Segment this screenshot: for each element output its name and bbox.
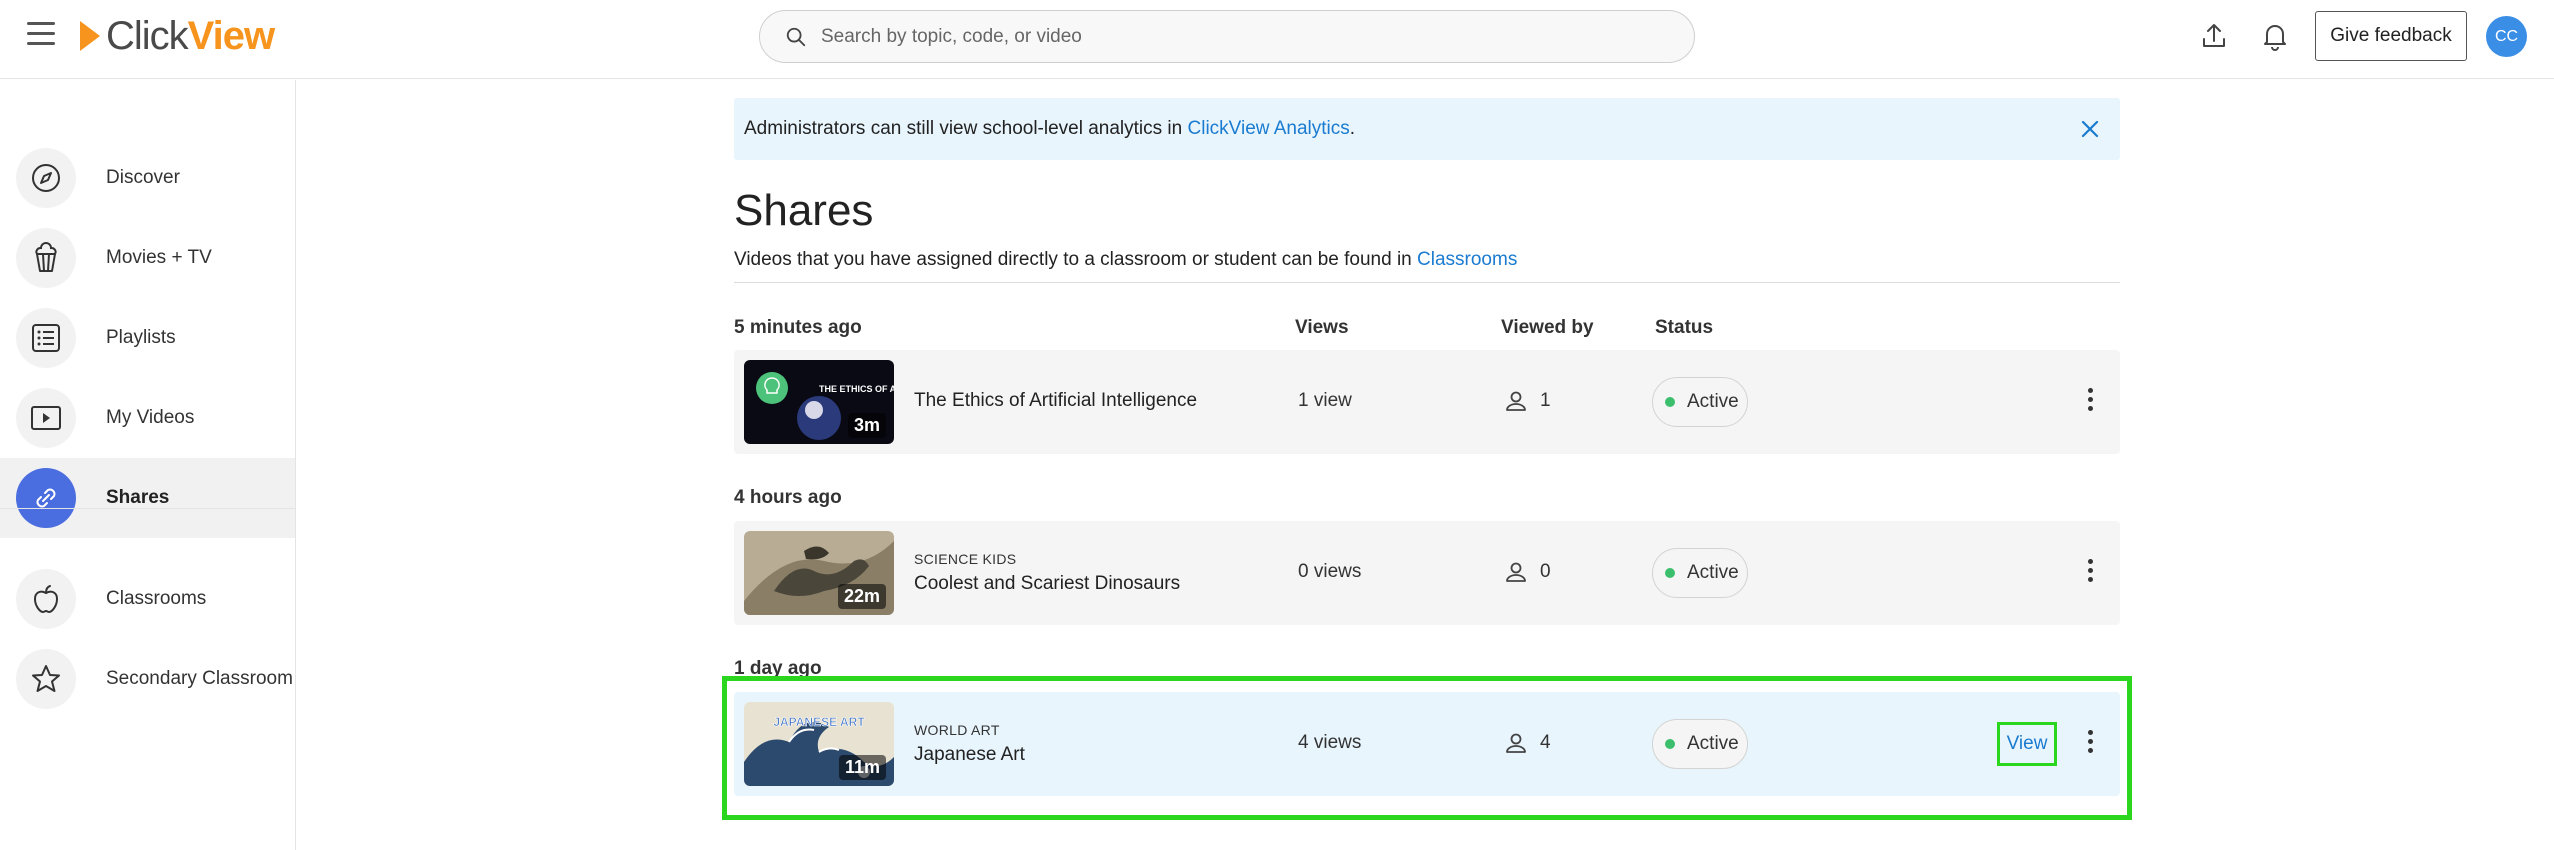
group-label: 1 day ago [734, 658, 822, 679]
sidebar-item-label: Classrooms [106, 588, 207, 609]
sidebar-item-secondary-classroom[interactable]: Secondary Classroom [0, 639, 295, 719]
sidebar-item-my-videos[interactable]: My Videos [0, 378, 295, 458]
video-thumbnail[interactable]: JAPANESE ART 11m [744, 702, 894, 786]
group-label: 4 hours ago [734, 487, 842, 508]
sidebar-item-label: Movies + TV [106, 247, 212, 268]
views-count: 4 views [1298, 732, 1362, 753]
video-title[interactable]: The Ethics of Artificial Intelligence [914, 390, 1197, 412]
menu-icon[interactable] [27, 22, 55, 46]
link-icon [36, 488, 56, 508]
status-badge: Active [1652, 719, 1748, 769]
page-subtitle-text: Videos that you have assigned directly t… [734, 249, 1418, 270]
status-label: Active [1687, 391, 1739, 412]
status-label: Active [1687, 562, 1739, 583]
video-title[interactable]: Japanese Art [914, 744, 1025, 766]
classrooms-link[interactable]: Classrooms [1417, 249, 1517, 270]
divider [734, 282, 2120, 283]
column-header-status: Status [1655, 317, 1714, 338]
clickview-logo[interactable]: ClickView [80, 13, 275, 58]
sidebar-item-playlists[interactable]: Playlists [0, 298, 295, 378]
sidebar-item-classrooms[interactable]: Classrooms [0, 559, 295, 639]
avatar[interactable]: CC [2486, 16, 2527, 57]
video-category: WORLD ART [914, 722, 1000, 738]
sidebar-divider [0, 508, 295, 509]
page-subtitle: Videos that you have assigned directly t… [734, 249, 1517, 271]
person-icon [1506, 733, 1526, 753]
clickview-analytics-link[interactable]: ClickView Analytics [1188, 118, 1350, 139]
video-title[interactable]: Coolest and Scariest Dinosaurs [914, 573, 1180, 595]
status-dot-icon [1665, 397, 1675, 407]
logo-text-suffix: View [187, 13, 275, 58]
search-bar[interactable] [759, 10, 1695, 63]
viewed-by-count: 1 [1540, 390, 1551, 411]
group-label: 5 minutes ago [734, 317, 862, 338]
more-options-icon[interactable] [2086, 730, 2094, 758]
bell-icon[interactable] [2259, 20, 2291, 52]
sidebar-item-label: Playlists [106, 327, 176, 348]
share-row[interactable]: THE ETHICS OF AI 3m The Ethics of Artifi… [734, 350, 2120, 454]
viewed-by-count: 4 [1540, 732, 1551, 753]
star-icon [32, 665, 60, 692]
views-count: 1 view [1298, 390, 1352, 411]
thumb-text: THE ETHICS OF AI [819, 384, 894, 394]
sidebar-item-label: Discover [106, 167, 180, 188]
sidebar: Discover Movies + TV Playlists My Videos… [0, 80, 296, 850]
status-dot-icon [1665, 739, 1675, 749]
compass-icon [32, 164, 60, 192]
view-button[interactable]: View [1997, 722, 2057, 766]
upload-icon[interactable] [2198, 20, 2230, 52]
more-options-icon[interactable] [2086, 388, 2094, 416]
sidebar-item-label: Secondary Classroom [106, 668, 293, 689]
status-badge: Active [1652, 548, 1748, 598]
duration-badge: 22m [837, 584, 886, 609]
video-category: SCIENCE KIDS [914, 551, 1017, 567]
sidebar-item-discover[interactable]: Discover [0, 138, 295, 218]
share-row[interactable]: JAPANESE ART 11m WORLD ART Japanese Art … [734, 692, 2120, 796]
person-icon [1506, 391, 1526, 411]
video-thumbnail[interactable]: 22m [744, 531, 894, 615]
logo-play-icon [80, 21, 100, 51]
column-header-views: Views [1295, 317, 1349, 338]
duration-badge: 11m [838, 755, 886, 780]
more-options-icon[interactable] [2086, 559, 2094, 587]
analytics-banner: Administrators can still view school-lev… [734, 98, 2120, 160]
person-icon [1506, 562, 1526, 582]
sidebar-item-label: My Videos [106, 407, 195, 428]
thumb-text: JAPANESE ART [773, 715, 865, 729]
share-row[interactable]: 22m SCIENCE KIDS Coolest and Scariest Di… [734, 521, 2120, 625]
banner-text: Administrators can still view school-lev… [744, 118, 1188, 139]
search-icon [786, 27, 806, 46]
status-badge: Active [1652, 377, 1748, 427]
top-header: ClickView Give feedback CC [0, 0, 2554, 79]
apple-icon [33, 585, 59, 614]
views-count: 0 views [1298, 561, 1362, 582]
viewed-by-count: 0 [1540, 561, 1551, 582]
popcorn-icon [35, 242, 57, 272]
video-icon [31, 406, 61, 430]
duration-badge: 3m [847, 413, 886, 438]
banner-suffix: . [1349, 118, 1356, 139]
sidebar-item-shares[interactable]: Shares [0, 458, 295, 538]
sidebar-item-label: Shares [106, 487, 170, 508]
status-label: Active [1687, 733, 1739, 754]
logo-text-prefix: Click [106, 13, 189, 58]
status-dot-icon [1665, 568, 1675, 578]
give-feedback-button[interactable]: Give feedback [2315, 11, 2467, 61]
close-icon[interactable] [2078, 117, 2102, 141]
playlist-icon [32, 324, 60, 352]
search-input[interactable] [821, 25, 1641, 48]
sidebar-item-movies-tv[interactable]: Movies + TV [0, 218, 295, 298]
page-title: Shares [734, 186, 874, 235]
column-header-viewed-by: Viewed by [1501, 317, 1594, 338]
video-thumbnail[interactable]: THE ETHICS OF AI 3m [744, 360, 894, 444]
